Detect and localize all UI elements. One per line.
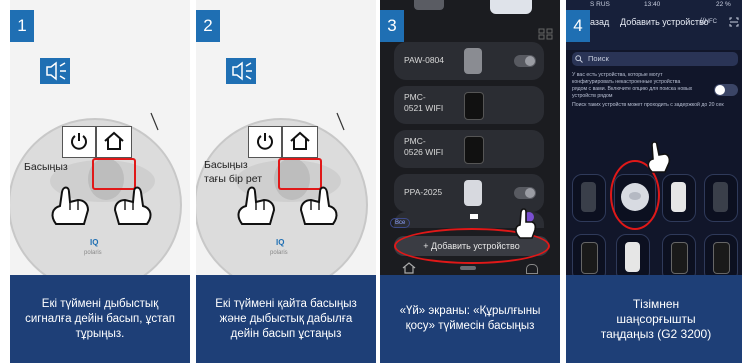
search-input[interactable]: Поиск bbox=[572, 52, 738, 66]
device-item[interactable]: PMC-0521 WIFI bbox=[394, 86, 544, 124]
device-toggle[interactable] bbox=[514, 55, 536, 67]
power-icon bbox=[71, 133, 87, 150]
device-item[interactable]: PAW-0804 bbox=[394, 42, 544, 80]
power-icon bbox=[257, 133, 273, 150]
battery-label: 22 % bbox=[716, 1, 731, 8]
device-tile[interactable] bbox=[572, 174, 606, 222]
power-button[interactable] bbox=[248, 126, 282, 158]
device-tile[interactable] bbox=[704, 174, 738, 222]
step-number: 1 bbox=[10, 10, 34, 42]
device-thumbnail bbox=[464, 136, 484, 164]
device-name: PMC-0521 WIFI bbox=[404, 92, 444, 113]
step-caption: Тізімнен шаңсорғышты таңдаңыз (G2 3200) bbox=[566, 275, 742, 363]
page-title: Добавить устройство bbox=[620, 17, 709, 27]
search-icon bbox=[575, 55, 583, 63]
device-name: PPA-2025 bbox=[404, 187, 443, 197]
step-number: 2 bbox=[196, 10, 220, 42]
antenna-line bbox=[336, 112, 345, 131]
home-button[interactable] bbox=[282, 126, 318, 158]
speaker-icon bbox=[226, 58, 256, 84]
device-name: PMC-0526 WIFI bbox=[404, 136, 444, 157]
press-label: Басыңыз bbox=[24, 161, 68, 173]
hand-icon bbox=[515, 208, 537, 239]
step-caption: «Үй» экраны: «Құрылғыны қосу» түймесін б… bbox=[380, 275, 560, 363]
robot-screenshot-1: 1 Басыңыз IQ polaris bbox=[10, 0, 190, 275]
nfc-label: NFC bbox=[704, 19, 718, 25]
robot-logo: IQ bbox=[276, 238, 285, 247]
home-icon[interactable] bbox=[402, 262, 416, 274]
antenna-line bbox=[150, 112, 159, 131]
step-caption: Екі түймені қайта басыңыз және дыбыстық … bbox=[196, 275, 376, 363]
device-thumbnail bbox=[464, 48, 482, 74]
device-tile[interactable] bbox=[662, 234, 696, 275]
device-tile[interactable] bbox=[616, 234, 650, 275]
nfc-button[interactable]: ((NFC bbox=[700, 18, 717, 25]
search-placeholder: Поиск bbox=[588, 54, 609, 63]
step-caption: Екі түймені дыбыстық сигналға дейін басы… bbox=[10, 275, 190, 363]
robot-brand: polaris bbox=[270, 250, 288, 256]
robot-brand: polaris bbox=[84, 250, 102, 256]
scan-icon[interactable] bbox=[729, 17, 739, 27]
hand-icon bbox=[113, 186, 152, 225]
clock: 13:40 bbox=[644, 1, 661, 8]
step-3-panel: 3 PAW-0804 PMC-0521 WIFI PMC-0526 WIFI P… bbox=[380, 0, 560, 363]
home-icon bbox=[104, 131, 124, 150]
back-button[interactable]: азад bbox=[590, 17, 609, 27]
step-number: 3 bbox=[380, 10, 404, 42]
app-home-screen: 3 PAW-0804 PMC-0521 WIFI PMC-0526 WIFI P… bbox=[380, 0, 560, 275]
device-name: PAW-0804 bbox=[404, 55, 445, 65]
step-4-panel: S RUS 13:40 22 % 4 азад Добавить устройс… bbox=[566, 0, 742, 363]
hand-icon bbox=[237, 186, 276, 225]
step-number: 4 bbox=[566, 10, 590, 42]
home-button[interactable] bbox=[96, 126, 132, 158]
hand-icon bbox=[51, 186, 90, 225]
step-1-panel: 1 Басыңыз IQ polaris Екі түймені дыбысты… bbox=[10, 0, 190, 363]
device-thumbnail bbox=[464, 92, 484, 120]
power-button[interactable] bbox=[62, 126, 96, 158]
home-icon bbox=[290, 131, 310, 150]
device-tile[interactable] bbox=[572, 234, 606, 275]
device-tile[interactable] bbox=[704, 234, 738, 275]
hand-icon bbox=[647, 141, 671, 173]
add-device-screen: S RUS 13:40 22 % 4 азад Добавить устройс… bbox=[566, 0, 742, 275]
status-bar: S RUS 13:40 22 % bbox=[566, 1, 742, 11]
hand-icon bbox=[299, 186, 338, 225]
carrier-label: S RUS bbox=[590, 1, 610, 8]
robot-logo: IQ bbox=[90, 238, 99, 247]
search-delay-text: Поиск таких устройств может проходить с … bbox=[572, 102, 724, 108]
grid-view-icon[interactable] bbox=[538, 28, 554, 40]
filter-chip[interactable]: Все bbox=[390, 218, 411, 228]
device-thumbnail bbox=[464, 180, 482, 206]
speaker-icon bbox=[40, 58, 70, 84]
device-toggle[interactable] bbox=[514, 187, 536, 199]
device-tile[interactable] bbox=[662, 174, 696, 222]
step-2-panel: 2 Басыңыз тағы бір рет IQ polaris Екі тү… bbox=[196, 0, 376, 363]
robot-screenshot-2: 2 Басыңыз тағы бір рет IQ polaris bbox=[196, 0, 376, 275]
nearby-search-toggle[interactable] bbox=[714, 84, 738, 96]
nearby-info-text: У вас есть устройства, которые могут кон… bbox=[572, 72, 693, 99]
device-item[interactable]: PMC-0526 WIFI bbox=[394, 130, 544, 168]
